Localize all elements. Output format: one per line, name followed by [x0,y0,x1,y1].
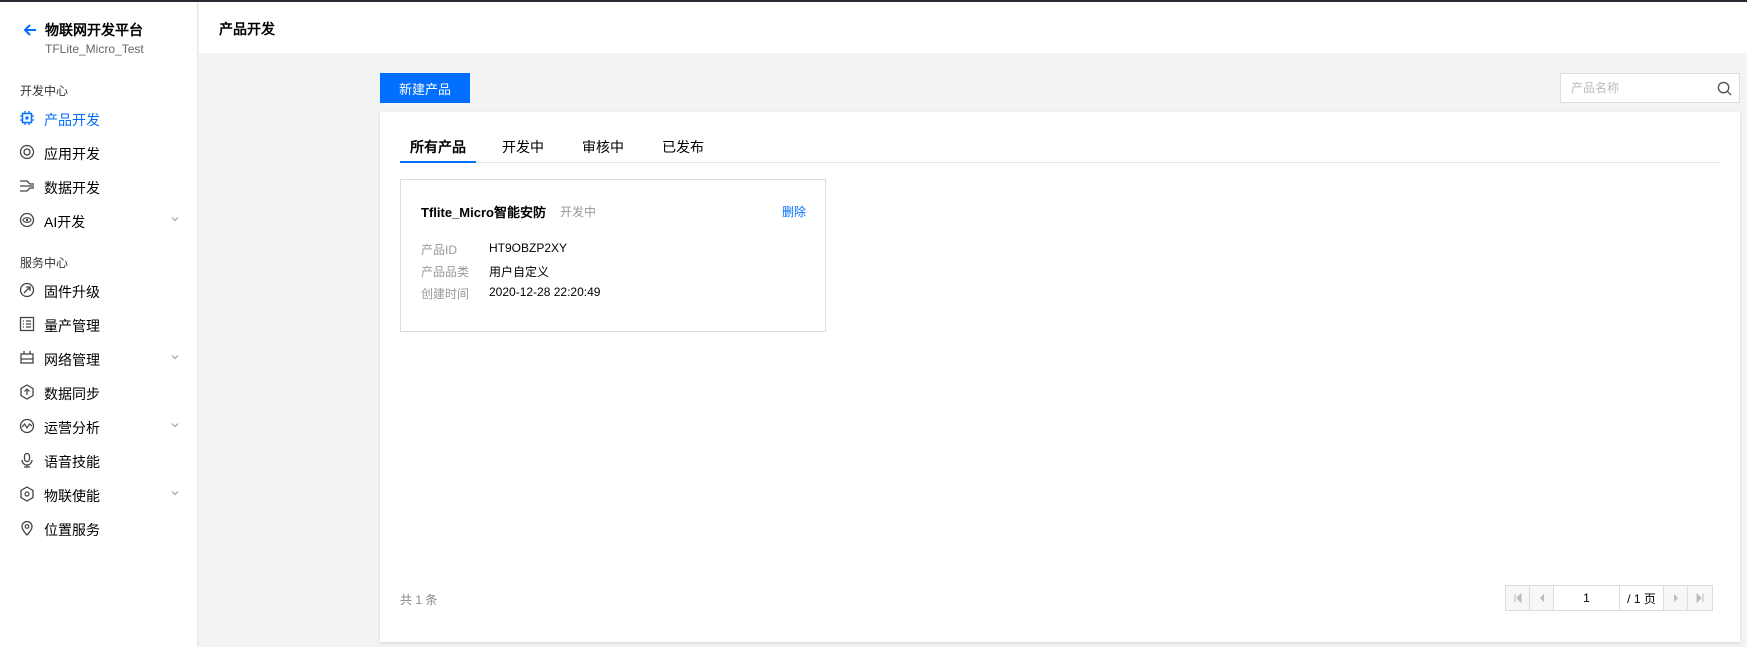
total-count: 共 1 条 [400,593,438,607]
sidebar-item-label: 位置服务 [44,522,100,538]
sidebar-item-mass-production[interactable]: 量产管理 [0,307,197,341]
next-page-icon [1673,594,1678,602]
sync-icon [20,384,34,400]
delete-product-link[interactable]: 删除 [782,203,806,220]
ai-icon [19,212,35,228]
product-status: 开发中 [560,205,597,219]
sidebar-item-network[interactable]: 网络管理 [0,341,197,375]
prev-page-icon [1539,594,1544,602]
sidebar-item-location[interactable]: 位置服务 [0,511,197,545]
chevron-down-icon [171,491,179,496]
sidebar-item-app-dev[interactable]: 应用开发 [0,135,197,169]
location-pin-icon [21,520,33,536]
sidebar-item-ai-dev[interactable]: AI开发 [0,203,197,237]
sidebar-item-data-dev[interactable]: 数据开发 [0,169,197,203]
new-product-button[interactable]: 新建产品 [380,73,470,103]
sidebar-item-label: 产品开发 [44,112,100,128]
sidebar-item-label: 运营分析 [44,420,100,436]
chevron-down-icon [171,423,179,428]
analytics-icon [19,418,35,434]
sidebar-item-label: 固件升级 [44,284,100,300]
sidebar-item-voice-skill[interactable]: 语音技能 [0,443,197,477]
firmware-icon [19,282,35,298]
platform-title: 物联网开发平台 [45,22,143,38]
sidebar-item-label: 物联使能 [44,488,100,504]
first-page-button[interactable] [1506,586,1530,610]
tab-all-products[interactable]: 所有产品 [400,135,476,163]
sidebar-item-label: 语音技能 [44,454,100,470]
search-input[interactable] [1561,74,1711,102]
sidebar-item-label: 量产管理 [44,318,100,334]
sidebar-item-label: 网络管理 [44,352,100,368]
page-title: 产品开发 [219,21,275,37]
chevron-down-icon [171,355,179,360]
group-title-service-center: 服务中心 [20,256,69,270]
product-name[interactable]: Tflite_Micro智能安防 [421,202,546,221]
app-icon [19,144,35,160]
last-page-button[interactable] [1688,586,1712,610]
search-icon[interactable] [1717,81,1732,96]
next-page-button[interactable] [1664,586,1688,610]
chevron-down-icon [171,217,179,222]
group-title-dev-center: 开发中心 [20,84,69,98]
last-page-icon [1696,593,1704,603]
sidebar-item-label: 应用开发 [44,146,100,162]
total-pages: / 1 页 [1620,586,1664,610]
sidebar-item-firmware[interactable]: 固件升级 [0,273,197,307]
hexagon-icon [20,486,34,502]
list-icon [19,316,35,332]
pagination: / 1 页 [1505,585,1713,611]
product-id-value: HT9OBZP2XY [489,241,568,255]
product-id-label: 产品ID [421,243,458,257]
microphone-icon [21,452,33,468]
sidebar-item-iot-enable[interactable]: 物联使能 [0,477,197,511]
sidebar-item-product-dev[interactable]: 产品开发 [0,101,197,135]
tab-published[interactable]: 已发布 [658,135,708,163]
page-header: 产品开发 [199,2,1747,53]
product-category-label: 产品品类 [421,265,470,279]
product-card[interactable]: Tflite_Micro智能安防 开发中 删除 产品ID HT9OBZP2XY … [400,179,826,332]
created-time-label: 创建时间 [421,287,470,301]
prev-page-button[interactable] [1530,586,1554,610]
data-flow-icon [20,180,34,192]
status-tabs: 所有产品 开发中 审核中 已发布 [400,135,1720,163]
sidebar: 物联网开发平台 TFLite_Micro_Test 开发中心 产品开发 应用开发… [0,2,198,647]
product-category-value: 用户自定义 [489,265,550,279]
product-panel: 所有产品 开发中 审核中 已发布 Tflite_Micro智能安防 开发中 删除… [380,112,1740,642]
sidebar-item-data-sync[interactable]: 数据同步 [0,375,197,409]
created-time-value: 2020-12-28 22:20:49 [489,285,601,299]
tab-in-review[interactable]: 审核中 [578,135,628,163]
sidebar-item-label: AI开发 [44,214,86,230]
page-number-input[interactable] [1554,586,1620,610]
sidebar-item-label: 数据同步 [44,386,100,402]
back-arrow-icon[interactable] [22,22,38,38]
first-page-icon [1514,593,1521,603]
sidebar-item-label: 数据开发 [44,180,100,196]
chip-icon [20,111,34,125]
product-search [1560,73,1740,103]
sidebar-item-analytics[interactable]: 运营分析 [0,409,197,443]
instance-name: TFLite_Micro_Test [45,42,144,56]
tab-in-development[interactable]: 开发中 [498,135,548,163]
network-icon [20,351,34,364]
